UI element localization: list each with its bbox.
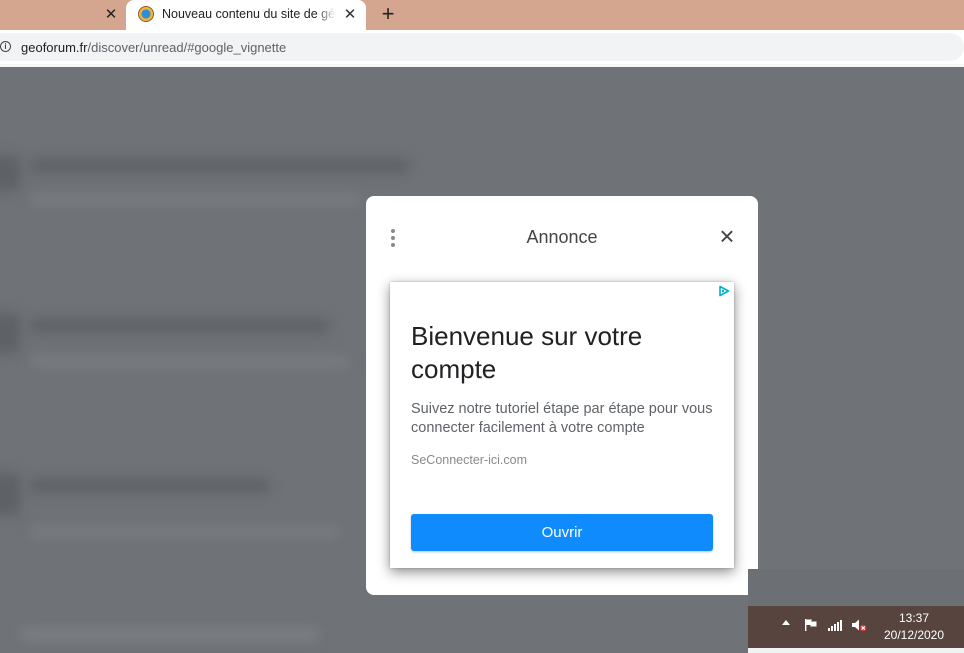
dialog-title: Annonce	[526, 227, 598, 247]
new-tab-plus-icon[interactable]: +	[376, 2, 400, 26]
tab-title: Nouveau contenu du site de géoforum	[162, 7, 334, 21]
dialog-close-icon[interactable]: ×	[715, 223, 739, 249]
taskbar-notification-area	[748, 569, 964, 606]
adchoices-icon[interactable]	[718, 285, 730, 297]
ad-open-button[interactable]: Ouvrir	[411, 514, 713, 551]
chevron-up-icon[interactable]	[782, 620, 790, 625]
ad-dialog: Annonce × Bienvenue sur votre compte Sui…	[366, 196, 758, 595]
blurred-avatar	[0, 473, 20, 515]
tab-active[interactable]: Nouveau contenu du site de géoforum ✕	[126, 0, 366, 30]
tab-strip: ✕ Nouveau contenu du site de géoforum ✕ …	[0, 0, 964, 30]
ad-headline[interactable]: Bienvenue sur votre compte	[411, 320, 711, 386]
ad-card[interactable]: Bienvenue sur votre compte Suivez notre …	[390, 282, 734, 568]
blurred-text	[30, 527, 340, 537]
url-path: /discover/unread/#google_vignette	[87, 40, 287, 55]
blurred-text	[30, 479, 270, 493]
site-favicon-icon	[138, 6, 154, 22]
taskbar: 13:37 20/12/2020	[748, 606, 964, 648]
previous-tab-close-icon[interactable]: ✕	[100, 4, 122, 26]
tab-close-icon[interactable]: ✕	[339, 4, 361, 26]
url-host: geoforum.fr	[21, 40, 88, 55]
clock-time[interactable]: 13:37	[868, 611, 960, 625]
site-info-icon[interactable]: i	[0, 41, 11, 52]
blurred-text	[30, 195, 360, 205]
ad-display-url[interactable]: SeConnecter-ici.com	[411, 453, 527, 467]
taskbar-edge	[748, 648, 964, 653]
clock-date[interactable]: 20/12/2020	[868, 628, 960, 642]
tab-title-fade	[316, 4, 336, 26]
blurred-text	[30, 319, 330, 333]
flag-icon[interactable]	[804, 618, 818, 632]
address-url[interactable]: geoforum.fr/discover/unread/#google_vign…	[21, 40, 286, 56]
blurred-avatar	[0, 155, 20, 191]
blurred-text	[20, 627, 320, 641]
signal-icon[interactable]	[828, 619, 842, 631]
ad-description: Suivez notre tutoriel étape par étape po…	[411, 401, 713, 436]
volume-muted-icon[interactable]	[851, 618, 867, 632]
blurred-avatar	[0, 313, 20, 353]
blurred-text	[30, 159, 410, 173]
blurred-text	[30, 357, 350, 367]
